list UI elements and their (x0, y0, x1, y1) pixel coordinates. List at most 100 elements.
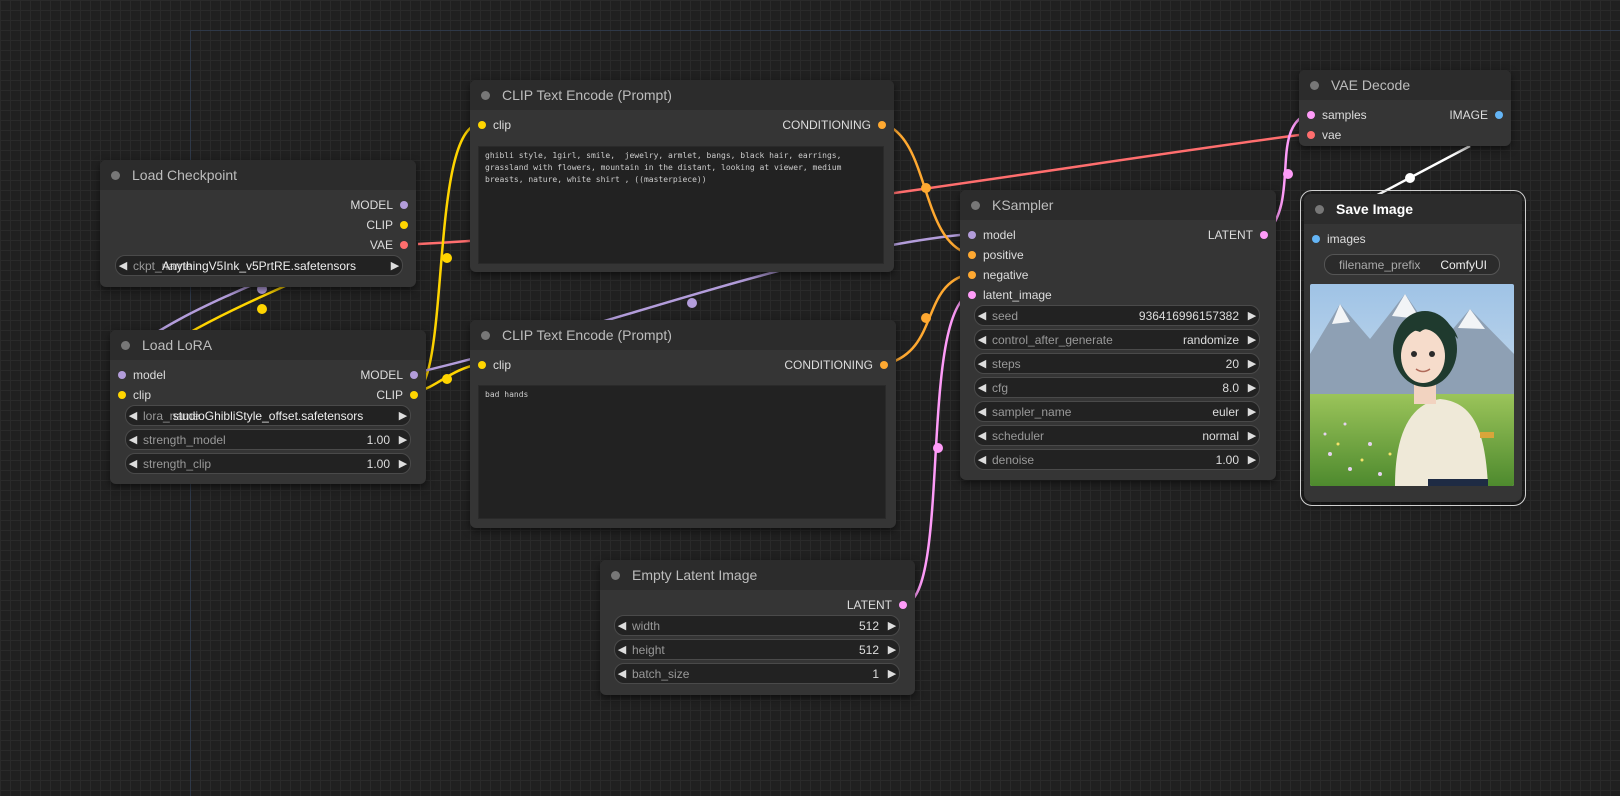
node-title-bar[interactable]: CLIP Text Encode (Prompt) (470, 80, 894, 110)
slot-dot[interactable] (410, 391, 418, 399)
arrow-left-icon[interactable]: ◀ (975, 357, 989, 370)
slot-dot[interactable] (1260, 231, 1268, 239)
slot-dot[interactable] (1307, 131, 1315, 139)
arrow-left-icon[interactable]: ◀ (126, 433, 140, 446)
arrow-right-icon[interactable]: ▶ (1245, 357, 1259, 370)
node-title-bar[interactable]: Save Image (1304, 194, 1522, 224)
node-title-bar[interactable]: VAE Decode (1299, 70, 1511, 100)
node-load-lora[interactable]: Load LoRA model clip MODEL CLIP ◀ lora_n… (110, 330, 426, 484)
arrow-left-icon[interactable]: ◀ (975, 453, 989, 466)
collapse-dot[interactable] (481, 90, 490, 100)
slot-dot[interactable] (410, 371, 418, 379)
arrow-left-icon[interactable]: ◀ (615, 619, 629, 632)
arrow-right-icon[interactable]: ▶ (885, 643, 899, 656)
arrow-right-icon[interactable]: ▶ (1245, 333, 1259, 346)
slot-dot[interactable] (1495, 111, 1503, 119)
output-vae[interactable]: VAE (370, 238, 408, 252)
input-model[interactable]: model (968, 228, 1016, 242)
arrow-left-icon[interactable]: ◀ (975, 429, 989, 442)
prompt-textarea[interactable]: bad hands (478, 385, 886, 519)
output-clip[interactable]: CLIP (376, 388, 418, 402)
prompt-textarea[interactable]: ghibli style, 1girl, smile, jewelry, arm… (478, 146, 884, 264)
lora-name-combo[interactable]: ◀ lora_name studioGhibliStyle_offset.saf… (125, 405, 411, 426)
node-save-image[interactable]: Save Image images filename_prefix ComfyU… (1300, 190, 1526, 506)
output-conditioning[interactable]: CONDITIONING (784, 358, 888, 372)
input-images[interactable]: images (1312, 232, 1366, 246)
arrow-right-icon[interactable]: ▶ (1245, 453, 1259, 466)
collapse-dot[interactable] (971, 200, 980, 210)
arrow-right-icon[interactable]: ▶ (396, 433, 410, 446)
collapse-dot[interactable] (611, 570, 620, 580)
filename-prefix-text[interactable]: filename_prefix ComfyUI (1324, 254, 1500, 275)
arrow-right-icon[interactable]: ▶ (885, 619, 899, 632)
input-samples[interactable]: samples (1307, 108, 1367, 122)
slot-dot[interactable] (400, 241, 408, 249)
graph-canvas[interactable]: Load Checkpoint MODEL CLIP VAE ◀ ckpt_na… (0, 0, 1620, 796)
input-clip[interactable]: clip (478, 358, 511, 372)
sampler-name-combo[interactable]: ◀ sampler_name euler ▶ (974, 401, 1260, 422)
slot-dot[interactable] (899, 601, 907, 609)
denoise-number[interactable]: ◀ denoise 1.00 ▶ (974, 449, 1260, 470)
arrow-right-icon[interactable]: ▶ (1245, 405, 1259, 418)
slot-dot[interactable] (968, 291, 976, 299)
node-title-bar[interactable]: CLIP Text Encode (Prompt) (470, 320, 896, 350)
arrow-right-icon[interactable]: ▶ (885, 667, 899, 680)
node-title-bar[interactable]: Load Checkpoint (100, 160, 416, 190)
input-negative[interactable]: negative (968, 268, 1028, 282)
collapse-dot[interactable] (111, 170, 120, 180)
output-latent[interactable]: LATENT (1208, 228, 1268, 242)
slot-dot[interactable] (400, 201, 408, 209)
node-title-bar[interactable]: Load LoRA (110, 330, 426, 360)
arrow-left-icon[interactable]: ◀ (975, 333, 989, 346)
slot-dot[interactable] (968, 231, 976, 239)
node-clip-text-encode-positive[interactable]: CLIP Text Encode (Prompt) clip CONDITION… (470, 80, 894, 272)
node-vae-decode[interactable]: VAE Decode samples vae IMAGE (1299, 70, 1511, 146)
collapse-dot[interactable] (121, 340, 130, 350)
arrow-left-icon[interactable]: ◀ (615, 643, 629, 656)
height-number[interactable]: ◀ height 512 ▶ (614, 639, 900, 660)
arrow-right-icon[interactable]: ▶ (1245, 429, 1259, 442)
slot-dot[interactable] (968, 271, 976, 279)
input-model[interactable]: model (118, 368, 166, 382)
arrow-right-icon[interactable]: ▶ (1245, 381, 1259, 394)
image-preview[interactable] (1310, 284, 1514, 486)
output-model[interactable]: MODEL (350, 198, 408, 212)
output-image[interactable]: IMAGE (1449, 108, 1503, 122)
collapse-dot[interactable] (481, 330, 490, 340)
node-title-bar[interactable]: Empty Latent Image (600, 560, 915, 590)
slot-dot[interactable] (478, 121, 486, 129)
node-clip-text-encode-negative[interactable]: CLIP Text Encode (Prompt) clip CONDITION… (470, 320, 896, 528)
collapse-dot[interactable] (1315, 204, 1324, 214)
input-vae[interactable]: vae (1307, 128, 1341, 142)
output-model[interactable]: MODEL (360, 368, 418, 382)
seed-number[interactable]: ◀ seed 936416996157382 ▶ (974, 305, 1260, 326)
slot-dot[interactable] (1307, 111, 1315, 119)
cfg-number[interactable]: ◀ cfg 8.0 ▶ (974, 377, 1260, 398)
slot-dot[interactable] (968, 251, 976, 259)
width-number[interactable]: ◀ width 512 ▶ (614, 615, 900, 636)
slot-dot[interactable] (880, 361, 888, 369)
batch-size-number[interactable]: ◀ batch_size 1 ▶ (614, 663, 900, 684)
arrow-left-icon[interactable]: ◀ (975, 405, 989, 418)
slot-dot[interactable] (118, 391, 126, 399)
output-latent[interactable]: LATENT (847, 598, 907, 612)
arrow-left-icon[interactable]: ◀ (615, 667, 629, 680)
output-clip[interactable]: CLIP (366, 218, 408, 232)
slot-dot[interactable] (478, 361, 486, 369)
strength-clip-number[interactable]: ◀ strength_clip 1.00 ▶ (125, 453, 411, 474)
input-clip[interactable]: clip (118, 388, 151, 402)
slot-dot[interactable] (878, 121, 886, 129)
arrow-left-icon[interactable]: ◀ (975, 381, 989, 394)
collapse-dot[interactable] (1310, 80, 1319, 90)
arrow-left-icon[interactable]: ◀ (975, 309, 989, 322)
slot-dot[interactable] (400, 221, 408, 229)
arrow-right-icon[interactable]: ▶ (1245, 309, 1259, 322)
node-load-checkpoint[interactable]: Load Checkpoint MODEL CLIP VAE ◀ ckpt_na… (100, 160, 416, 287)
input-positive[interactable]: positive (968, 248, 1024, 262)
strength-model-number[interactable]: ◀ strength_model 1.00 ▶ (125, 429, 411, 450)
node-title-bar[interactable]: KSampler (960, 190, 1276, 220)
arrow-left-icon[interactable]: ◀ (126, 457, 140, 470)
input-clip[interactable]: clip (478, 118, 511, 132)
control-after-generate-combo[interactable]: ◀ control_after_generate randomize ▶ (974, 329, 1260, 350)
ckpt-name-combo[interactable]: ◀ ckpt_name AnythingV5Ink_v5PrtRE.safete… (115, 255, 403, 276)
